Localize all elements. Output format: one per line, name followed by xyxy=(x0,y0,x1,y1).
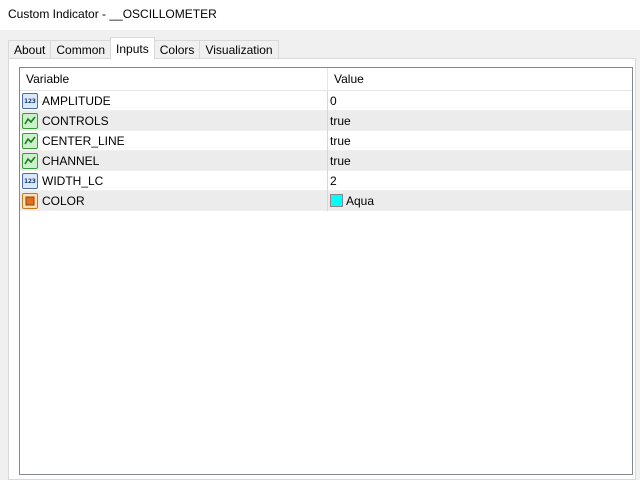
variable-cell[interactable]: CHANNEL xyxy=(20,151,328,171)
variable-cell[interactable]: COLOR xyxy=(20,191,328,211)
variable-cell[interactable]: 123 AMPLITUDE xyxy=(20,91,328,111)
table-row[interactable]: CENTER_LINE true xyxy=(20,131,632,151)
table-row[interactable]: CHANNEL true xyxy=(20,151,632,171)
color-swatch xyxy=(330,194,343,207)
window-title: Custom Indicator - __OSCILLOMETER xyxy=(8,7,217,21)
table-row[interactable]: COLOR Aqua xyxy=(20,191,632,211)
inputs-grid[interactable]: Variable Value 123 AMPLITUDE 0 CONTROLS … xyxy=(19,67,633,475)
variable-value: true xyxy=(330,134,351,148)
color-type-icon xyxy=(22,193,38,209)
variable-value: true xyxy=(330,114,351,128)
variable-name: AMPLITUDE xyxy=(42,94,111,108)
variable-cell[interactable]: 123 WIDTH_LC xyxy=(20,171,328,191)
variable-name: WIDTH_LC xyxy=(42,174,104,188)
value-cell[interactable]: true xyxy=(328,111,632,131)
number-type-icon: 123 xyxy=(22,173,38,189)
inputs-panel: Variable Value 123 AMPLITUDE 0 CONTROLS … xyxy=(8,58,636,480)
boolean-type-icon xyxy=(22,153,38,169)
variable-name: CHANNEL xyxy=(42,154,100,168)
dialog-client: About Common Inputs Colors Visualization… xyxy=(0,30,640,480)
boolean-type-icon xyxy=(22,113,38,129)
tab-about[interactable]: About xyxy=(8,40,52,59)
variable-value: Aqua xyxy=(346,194,375,208)
table-row[interactable]: 123 WIDTH_LC 2 xyxy=(20,171,632,191)
tab-inputs[interactable]: Inputs xyxy=(110,37,155,59)
value-cell[interactable]: true xyxy=(328,131,632,151)
variable-value: 2 xyxy=(330,174,337,188)
variable-cell[interactable]: CONTROLS xyxy=(20,111,328,131)
variable-name: COLOR xyxy=(42,194,85,208)
dialog-window: Custom Indicator - __OSCILLOMETER About … xyxy=(0,0,640,480)
boolean-type-icon xyxy=(22,133,38,149)
variable-cell[interactable]: CENTER_LINE xyxy=(20,131,328,151)
column-header-variable[interactable]: Variable xyxy=(20,68,328,90)
tab-strip: About Common Inputs Colors Visualization xyxy=(8,37,279,59)
tab-common[interactable]: Common xyxy=(50,40,112,59)
value-cell[interactable]: Aqua xyxy=(328,191,632,211)
variable-name: CONTROLS xyxy=(42,114,109,128)
value-cell[interactable]: 0 xyxy=(328,91,632,111)
variable-name: CENTER_LINE xyxy=(42,134,125,148)
value-cell[interactable]: true xyxy=(328,151,632,171)
value-cell[interactable]: 2 xyxy=(328,171,632,191)
table-row[interactable]: 123 AMPLITUDE 0 xyxy=(20,91,632,111)
title-bar[interactable]: Custom Indicator - __OSCILLOMETER xyxy=(0,0,640,30)
grid-header: Variable Value xyxy=(20,68,632,91)
tab-colors[interactable]: Colors xyxy=(153,40,201,59)
table-row[interactable]: CONTROLS true xyxy=(20,111,632,131)
variable-value: 0 xyxy=(330,94,337,108)
variable-value: true xyxy=(330,154,351,168)
number-type-icon: 123 xyxy=(22,93,38,109)
tab-visualization[interactable]: Visualization xyxy=(199,40,279,59)
column-header-value[interactable]: Value xyxy=(328,68,632,90)
